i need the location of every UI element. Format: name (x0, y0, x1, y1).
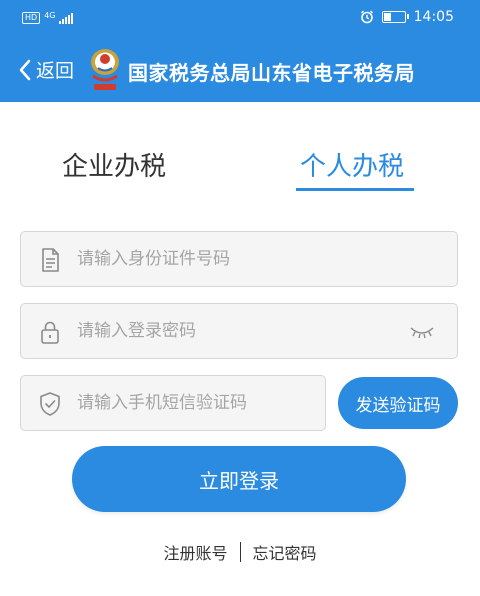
status-right: 14:05 (360, 9, 454, 25)
page-title: 国家税务总局山东省电子税务局 (128, 61, 415, 85)
status-bar: HD 4G 14:05 (0, 0, 480, 38)
link-divider (239, 542, 241, 562)
password-input[interactable] (77, 304, 407, 358)
lock-icon (41, 321, 59, 344)
sms-code-input[interactable] (77, 376, 317, 430)
sms-code-field[interactable] (20, 375, 326, 431)
nav-bar: 返回 国家税务总局山东省电子税务局 (0, 38, 480, 102)
signal-icon (59, 12, 74, 24)
forgot-password-link[interactable]: 忘记密码 (253, 540, 317, 564)
id-number-input[interactable] (77, 232, 407, 286)
back-button[interactable]: 返回 (18, 56, 74, 83)
bottom-links: 注册账号 忘记密码 (0, 540, 480, 564)
back-chevron-icon (19, 59, 31, 80)
alarm-icon (360, 10, 373, 24)
login-button[interactable]: 立即登录 (72, 446, 406, 512)
status-left: HD 4G (22, 10, 74, 24)
status-time: 14:05 (413, 9, 454, 25)
network-type: 4G (44, 10, 56, 20)
tab-enterprise[interactable]: 企业办税 (62, 146, 166, 183)
eye-closed-icon[interactable] (409, 324, 435, 340)
battery-icon (381, 11, 409, 23)
shield-icon (40, 392, 60, 416)
send-code-button[interactable]: 发送验证码 (338, 377, 458, 429)
password-field[interactable] (20, 303, 458, 359)
back-label: 返回 (36, 60, 75, 82)
tab-personal[interactable]: 个人办税 (300, 146, 404, 183)
document-icon (42, 248, 59, 272)
tax-emblem-icon (91, 49, 119, 90)
register-link[interactable]: 注册账号 (163, 540, 227, 564)
active-tab-indicator (296, 188, 414, 191)
hd-badge: HD (22, 12, 41, 24)
id-number-field[interactable] (20, 231, 458, 287)
